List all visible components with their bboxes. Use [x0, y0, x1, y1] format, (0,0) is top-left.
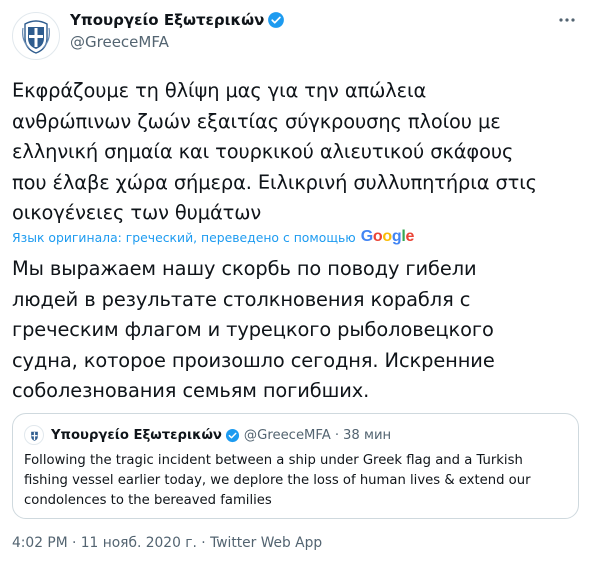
tweet-original-text: Εκφράζουμε τη θλίψη μας για την απώλεια … — [12, 79, 537, 224]
quoted-separator: · — [334, 427, 340, 443]
tweet-source[interactable]: Twitter Web App — [210, 535, 322, 551]
author-name[interactable]: Υπουργείο Εξωτερικών — [70, 11, 264, 29]
footer-separator: · — [201, 535, 206, 551]
quoted-timestamp: 38 мин — [343, 427, 392, 443]
quoted-text: Following the tragic incident between a … — [24, 453, 531, 508]
quoted-avatar — [24, 425, 44, 445]
greek-coat-of-arms-icon — [22, 20, 50, 54]
author-handle[interactable]: @GreeceMFA — [70, 33, 169, 51]
verified-badge-icon — [267, 11, 285, 29]
tweet-time[interactable]: 4:02 PM — [12, 535, 68, 551]
tweet-date[interactable]: 11 нояб. 2020 г. — [81, 535, 197, 551]
avatar[interactable] — [12, 12, 60, 60]
footer-separator: · — [71, 535, 77, 551]
author-name-row: Υπουργείο Εξωτερικών — [70, 10, 285, 30]
verified-badge-icon — [225, 428, 240, 443]
tweet-translated-text: Мы выражаем нашу скорбь по поводу гибели… — [12, 257, 495, 402]
translation-note[interactable]: Язык оригинала: греческий, переведено с … — [12, 228, 414, 246]
tweet-footer: 4:02 PM · 11 нояб. 2020 г. · Twitter Web… — [12, 535, 322, 551]
quoted-author-name: Υπουργείο Εξωτερικών — [51, 427, 222, 443]
translation-note-label: Язык оригинала: греческий, переведено с … — [12, 229, 356, 245]
quoted-tweet[interactable]: Υπουργείο Εξωτερικών @GreeceMFA · 38 мин… — [12, 413, 579, 519]
quoted-header: Υπουργείο Εξωτερικών @GreeceMFA · 38 мин — [51, 425, 391, 445]
quoted-author-handle: @GreeceMFA — [243, 427, 331, 443]
google-logo: Google — [360, 228, 415, 245]
more-options-button[interactable] — [555, 8, 579, 32]
greek-coat-of-arms-icon — [30, 431, 38, 441]
more-dots-icon — [559, 18, 575, 22]
